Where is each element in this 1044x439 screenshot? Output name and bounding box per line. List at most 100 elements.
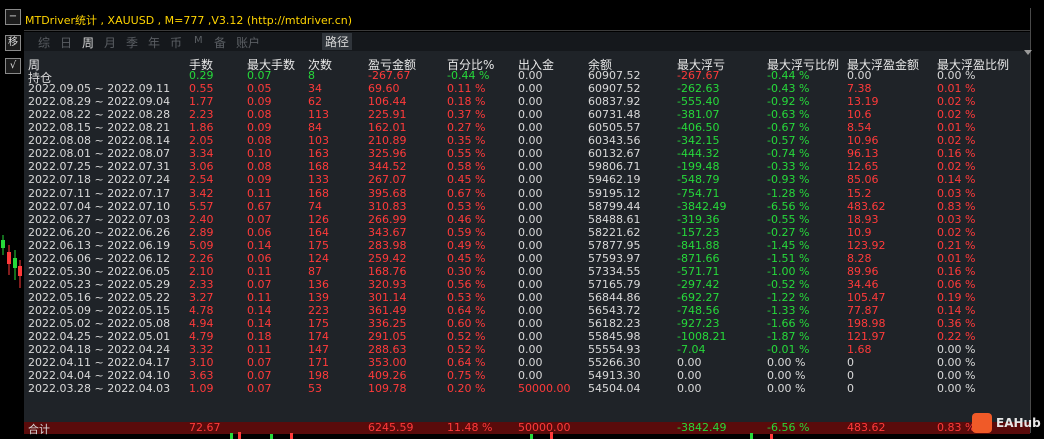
window-title: MTDriver统计 , XAUUSD , M=777 ,V3.12 (http…	[25, 14, 353, 27]
table-cell: 60343.56	[588, 134, 641, 148]
tab-day[interactable]: 日	[60, 34, 72, 51]
table-cell: 103	[308, 134, 329, 148]
table-cell: 353.00	[368, 356, 407, 370]
table-cell: -1.51 %	[767, 251, 810, 265]
table-cell: 2022.05.30 ~ 2022.06.05	[28, 264, 171, 278]
table-cell: 106.44	[368, 95, 407, 109]
table-cell: 5.57	[189, 199, 214, 213]
table-cell: 0.00	[518, 225, 543, 239]
title-divider	[24, 30, 1030, 31]
table-cell: -199.48	[677, 160, 720, 174]
table-cell: -692.27	[677, 290, 720, 304]
table-cell: 87	[308, 264, 322, 278]
table-cell: 0.67 %	[447, 186, 486, 200]
table-cell: 72.67	[189, 421, 221, 434]
table-cell: 84	[308, 121, 322, 135]
table-cell: 0.83 %	[937, 199, 976, 213]
tab-month[interactable]: 月	[104, 34, 116, 51]
tab-path[interactable]: 路径	[322, 33, 353, 50]
scroll-down-icon[interactable]	[1024, 50, 1032, 55]
table-cell: 320.93	[368, 277, 407, 291]
table-cell: 12.65	[847, 160, 879, 174]
table-cell: 168	[308, 186, 329, 200]
tab-quarter[interactable]: 季	[126, 34, 138, 51]
table-cell: 0.02 %	[937, 160, 976, 174]
table-cell: 0.00	[518, 108, 543, 122]
table-cell: 69.60	[368, 82, 400, 96]
table-cell: -319.36	[677, 212, 720, 226]
table-cell: 0.07	[247, 356, 272, 370]
eahub-logo: EAHub	[972, 410, 1041, 436]
table-cell: -0.52 %	[767, 277, 810, 291]
table-cell: 121.97	[847, 330, 886, 344]
table-cell: 0.14 %	[937, 303, 976, 317]
table-cell: 0.55 %	[447, 147, 486, 161]
table-cell: 0.06	[247, 251, 272, 265]
table-cell: 77.87	[847, 303, 879, 317]
table-cell: 0.03 %	[937, 186, 976, 200]
table-cell: 0.37 %	[447, 108, 486, 122]
table-cell: 1.77	[189, 95, 214, 109]
table-cell: 0.00	[518, 186, 543, 200]
table-cell: -342.15	[677, 134, 720, 148]
table-cell: 2.40	[189, 212, 214, 226]
check-button[interactable]: √	[5, 58, 21, 74]
table-cell: 283.98	[368, 238, 407, 252]
table-cell: 136	[308, 277, 329, 291]
table-cell: 0.03 %	[937, 212, 976, 226]
table-cell: -0.27 %	[767, 225, 810, 239]
table-cell: -3842.49	[677, 199, 727, 213]
table-cell: 0.09	[247, 173, 272, 187]
tab-currency[interactable]: 币	[170, 34, 182, 51]
tab-magic[interactable]: M	[194, 35, 203, 46]
table-cell: 0.22 %	[937, 330, 976, 344]
table-cell: 2.10	[189, 264, 214, 278]
table-cell: 60132.67	[588, 147, 641, 161]
tab-summary[interactable]: 综	[38, 34, 50, 51]
tab-year[interactable]: 年	[148, 34, 160, 51]
tab-notes[interactable]: 备	[214, 34, 226, 51]
table-cell: -0.44 %	[447, 69, 490, 83]
table-cell: 8	[308, 69, 315, 83]
table-cell: -157.23	[677, 225, 720, 239]
table-cell: 2022.04.18 ~ 2022.04.24	[28, 343, 171, 357]
table-cell: 0.64 %	[447, 303, 486, 317]
table-cell: 0.00	[518, 95, 543, 109]
table-cell: 113	[308, 108, 329, 122]
table-cell: 223	[308, 303, 329, 317]
table-cell: 291.05	[368, 330, 407, 344]
table-cell: 361.49	[368, 303, 407, 317]
table-cell: 0.00	[518, 356, 543, 370]
table-cell: 3.27	[189, 290, 214, 304]
table-cell: 2022.04.11 ~ 2022.04.17	[28, 356, 171, 370]
table-cell: 13.19	[847, 95, 879, 109]
table-cell: -748.56	[677, 303, 720, 317]
table-cell: 0.64 %	[447, 356, 486, 370]
table-cell: 2.89	[189, 225, 214, 239]
table-cell: 57593.97	[588, 251, 641, 265]
table-cell: 2022.07.18 ~ 2022.07.24	[28, 173, 171, 187]
table-cell: 139	[308, 290, 329, 304]
table-cell: 2022.07.04 ~ 2022.07.10	[28, 199, 171, 213]
tab-account[interactable]: 账户	[236, 34, 260, 51]
table-cell: 0.09	[247, 95, 272, 109]
table-cell: 2022.06.13 ~ 2022.06.19	[28, 238, 171, 252]
table-cell: 0.49 %	[447, 238, 486, 252]
table-cell: 10.96	[847, 134, 879, 148]
table-cell: 344.52	[368, 160, 407, 174]
move-button[interactable]: 移	[5, 35, 21, 51]
table-cell: 55266.30	[588, 356, 641, 370]
table-cell: 0.00	[518, 264, 543, 278]
table-cell: 168	[308, 160, 329, 174]
eahub-logo-icon	[972, 413, 992, 433]
table-cell: -1.66 %	[767, 317, 810, 330]
table-cell: 0.59 %	[447, 225, 486, 239]
table-cell: 34.46	[847, 277, 879, 291]
table-cell: 10.6	[847, 108, 872, 122]
tab-week[interactable]: 周	[82, 34, 94, 51]
table-cell: 0.02 %	[937, 225, 976, 239]
table-cell: 2022.08.15 ~ 2022.08.21	[28, 121, 171, 135]
table-cell: 0.19 %	[937, 290, 976, 304]
table-cell: 0.00 %	[937, 69, 976, 83]
table-cell: 0.52 %	[447, 330, 486, 344]
